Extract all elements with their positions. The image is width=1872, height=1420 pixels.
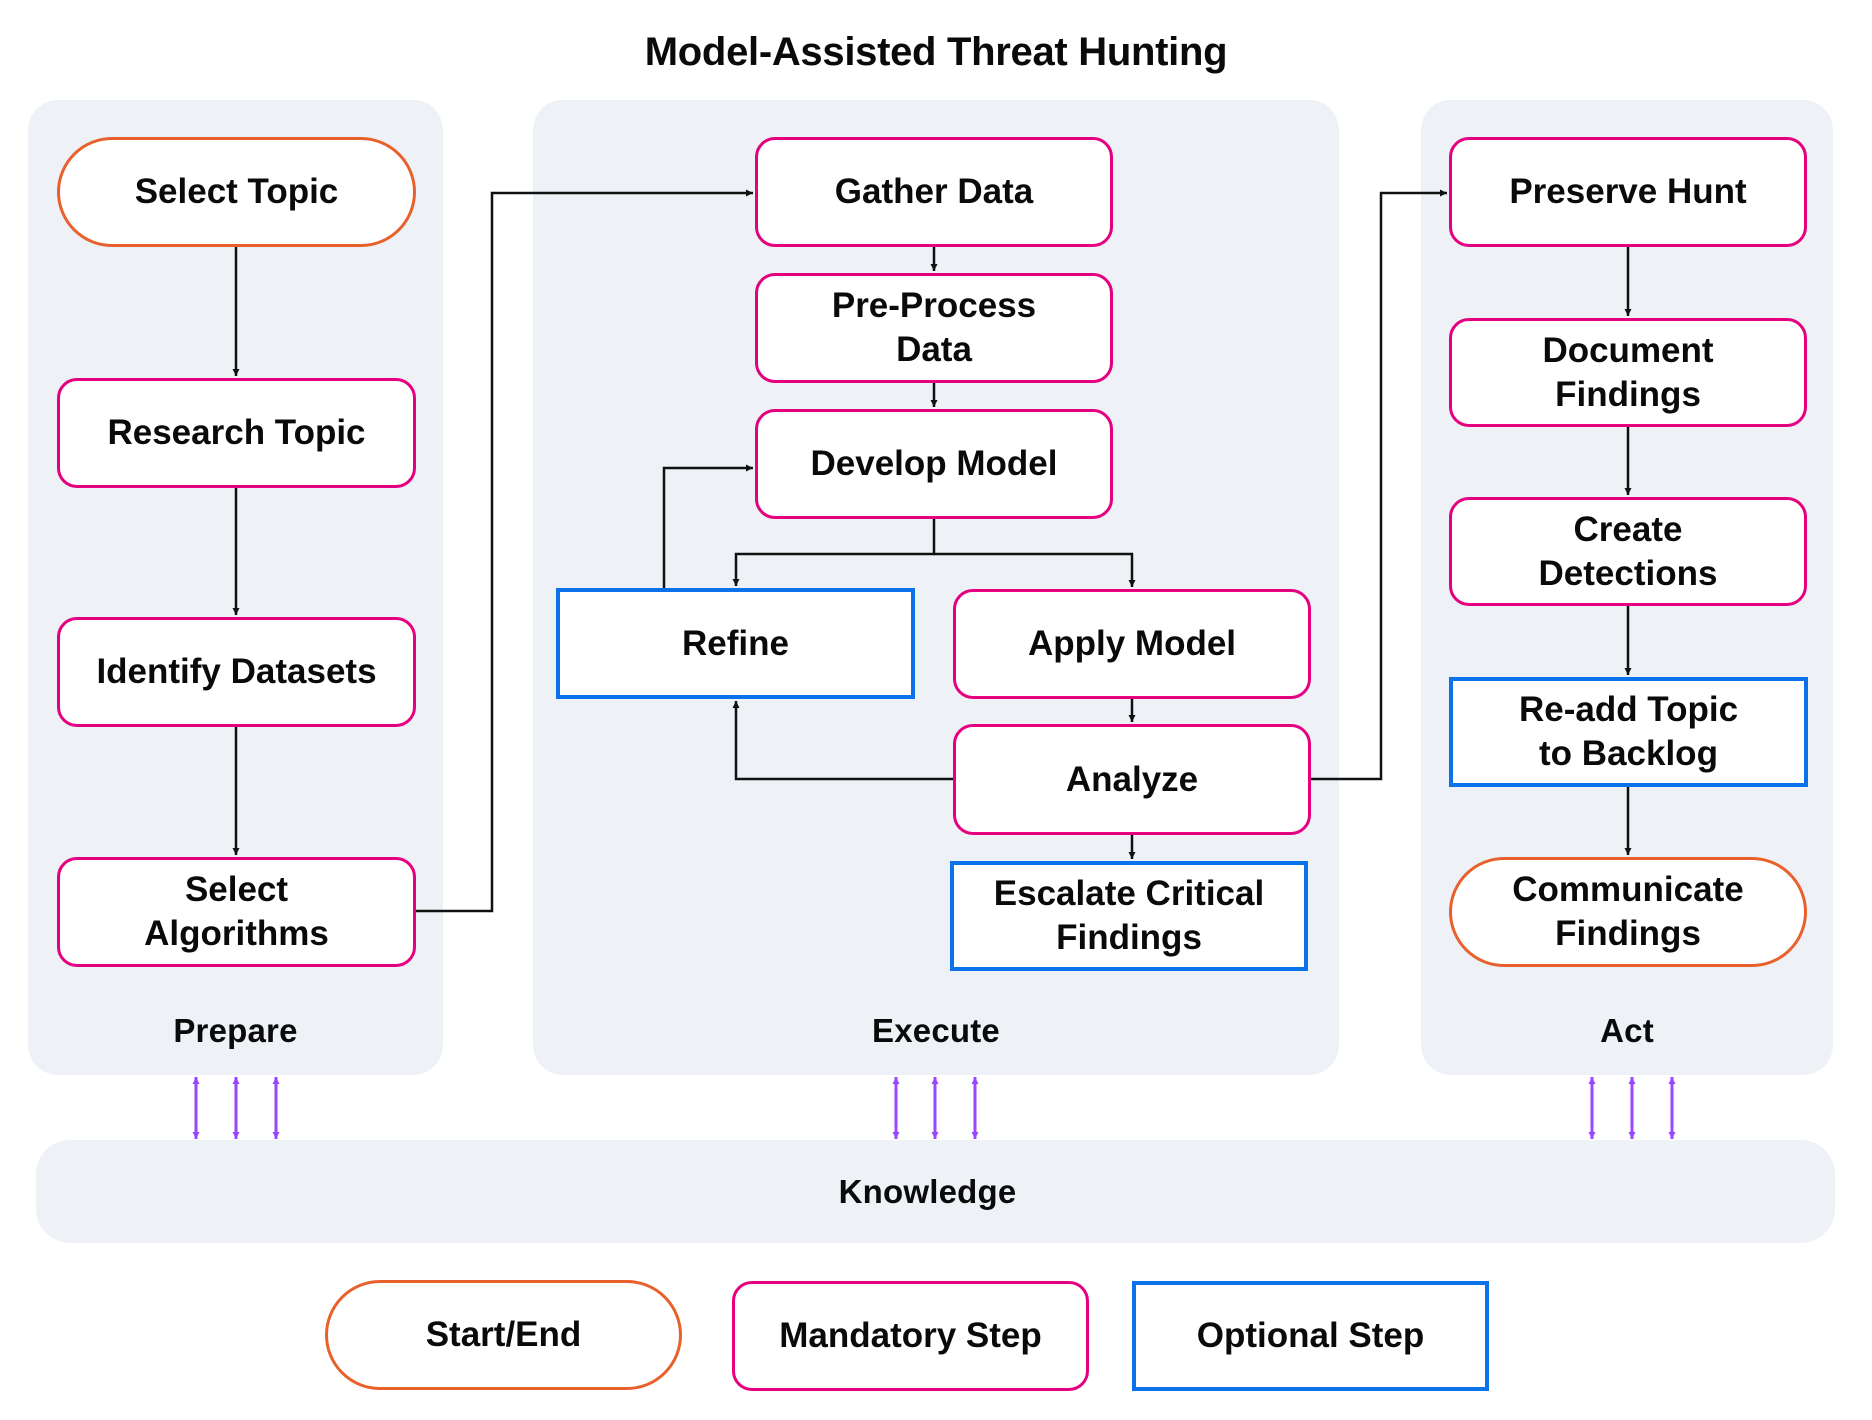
legend-label: Start/End xyxy=(425,1315,582,1354)
step-label-line-1: Document xyxy=(1542,330,1714,370)
step-label-line-2: Findings xyxy=(1056,918,1202,957)
step-label-line-1: Re-add Topic xyxy=(1518,690,1739,729)
knowledge-panel: Knowledge xyxy=(36,1140,1835,1243)
step-label: Develop Model xyxy=(810,444,1058,483)
step-label-line-1: Communicate xyxy=(1512,870,1744,909)
step-re-add-topic[interactable]: Re-add Topic to Backlog xyxy=(1449,677,1808,787)
step-document-findings[interactable]: Document Findings xyxy=(1449,318,1807,427)
legend-label: Optional Step xyxy=(1196,1316,1425,1355)
step-develop-model[interactable]: Develop Model xyxy=(755,409,1113,519)
step-select-algorithms[interactable]: Select Algorithms xyxy=(57,857,416,967)
step-communicate-findings[interactable]: Communicate Findings xyxy=(1449,857,1807,967)
step-pre-process-data[interactable]: Pre-Process Data xyxy=(755,273,1113,383)
legend-label: Mandatory Step xyxy=(779,1316,1042,1355)
phase-label-act: Act xyxy=(1600,1012,1654,1049)
step-label-line-2: to Backlog xyxy=(1539,734,1718,773)
step-select-topic[interactable]: Select Topic xyxy=(57,137,416,247)
step-label-line-1: Pre-Process xyxy=(831,286,1037,325)
step-label-line-2: Findings xyxy=(1555,374,1701,414)
step-escalate-critical-findings[interactable]: Escalate Critical Findings xyxy=(950,861,1308,971)
step-label: Refine xyxy=(682,623,789,663)
step-gather-data[interactable]: Gather Data xyxy=(755,137,1113,247)
step-create-detections[interactable]: Create Detections xyxy=(1449,497,1807,606)
step-label-line-1: Select xyxy=(184,870,289,909)
step-label: Identify Datasets xyxy=(96,652,377,691)
step-research-topic[interactable]: Research Topic xyxy=(57,378,416,488)
knowledge-label: Knowledge xyxy=(838,1173,1017,1210)
step-label: Preserve Hunt xyxy=(1509,172,1747,211)
legend-optional-step: Optional Step xyxy=(1132,1281,1489,1391)
step-label: Research Topic xyxy=(107,413,366,452)
step-label-line-2: Findings xyxy=(1555,914,1701,953)
step-refine[interactable]: Refine xyxy=(556,588,915,699)
step-label: Analyze xyxy=(1065,759,1199,799)
step-label: Gather Data xyxy=(834,172,1034,211)
step-label: Apply Model xyxy=(1027,624,1237,663)
phase-label-prepare: Prepare xyxy=(173,1012,298,1049)
step-label-line-2: Detections xyxy=(1538,553,1718,593)
step-apply-model[interactable]: Apply Model xyxy=(953,589,1311,699)
step-label-line-1: Create xyxy=(1573,509,1683,549)
step-label-line-1: Escalate Critical xyxy=(993,874,1265,913)
diagram-title: Model-Assisted Threat Hunting xyxy=(644,30,1228,74)
step-preserve-hunt[interactable]: Preserve Hunt xyxy=(1449,137,1807,247)
legend-start-end: Start/End xyxy=(325,1280,682,1390)
step-identify-datasets[interactable]: Identify Datasets xyxy=(57,617,416,727)
step-label-line-2: Data xyxy=(896,330,972,369)
step-analyze[interactable]: Analyze xyxy=(953,724,1311,835)
legend-mandatory-step: Mandatory Step xyxy=(732,1281,1089,1391)
step-label-line-2: Algorithms xyxy=(144,914,329,953)
phase-label-execute: Execute xyxy=(872,1012,1000,1049)
step-label: Select Topic xyxy=(134,172,339,211)
